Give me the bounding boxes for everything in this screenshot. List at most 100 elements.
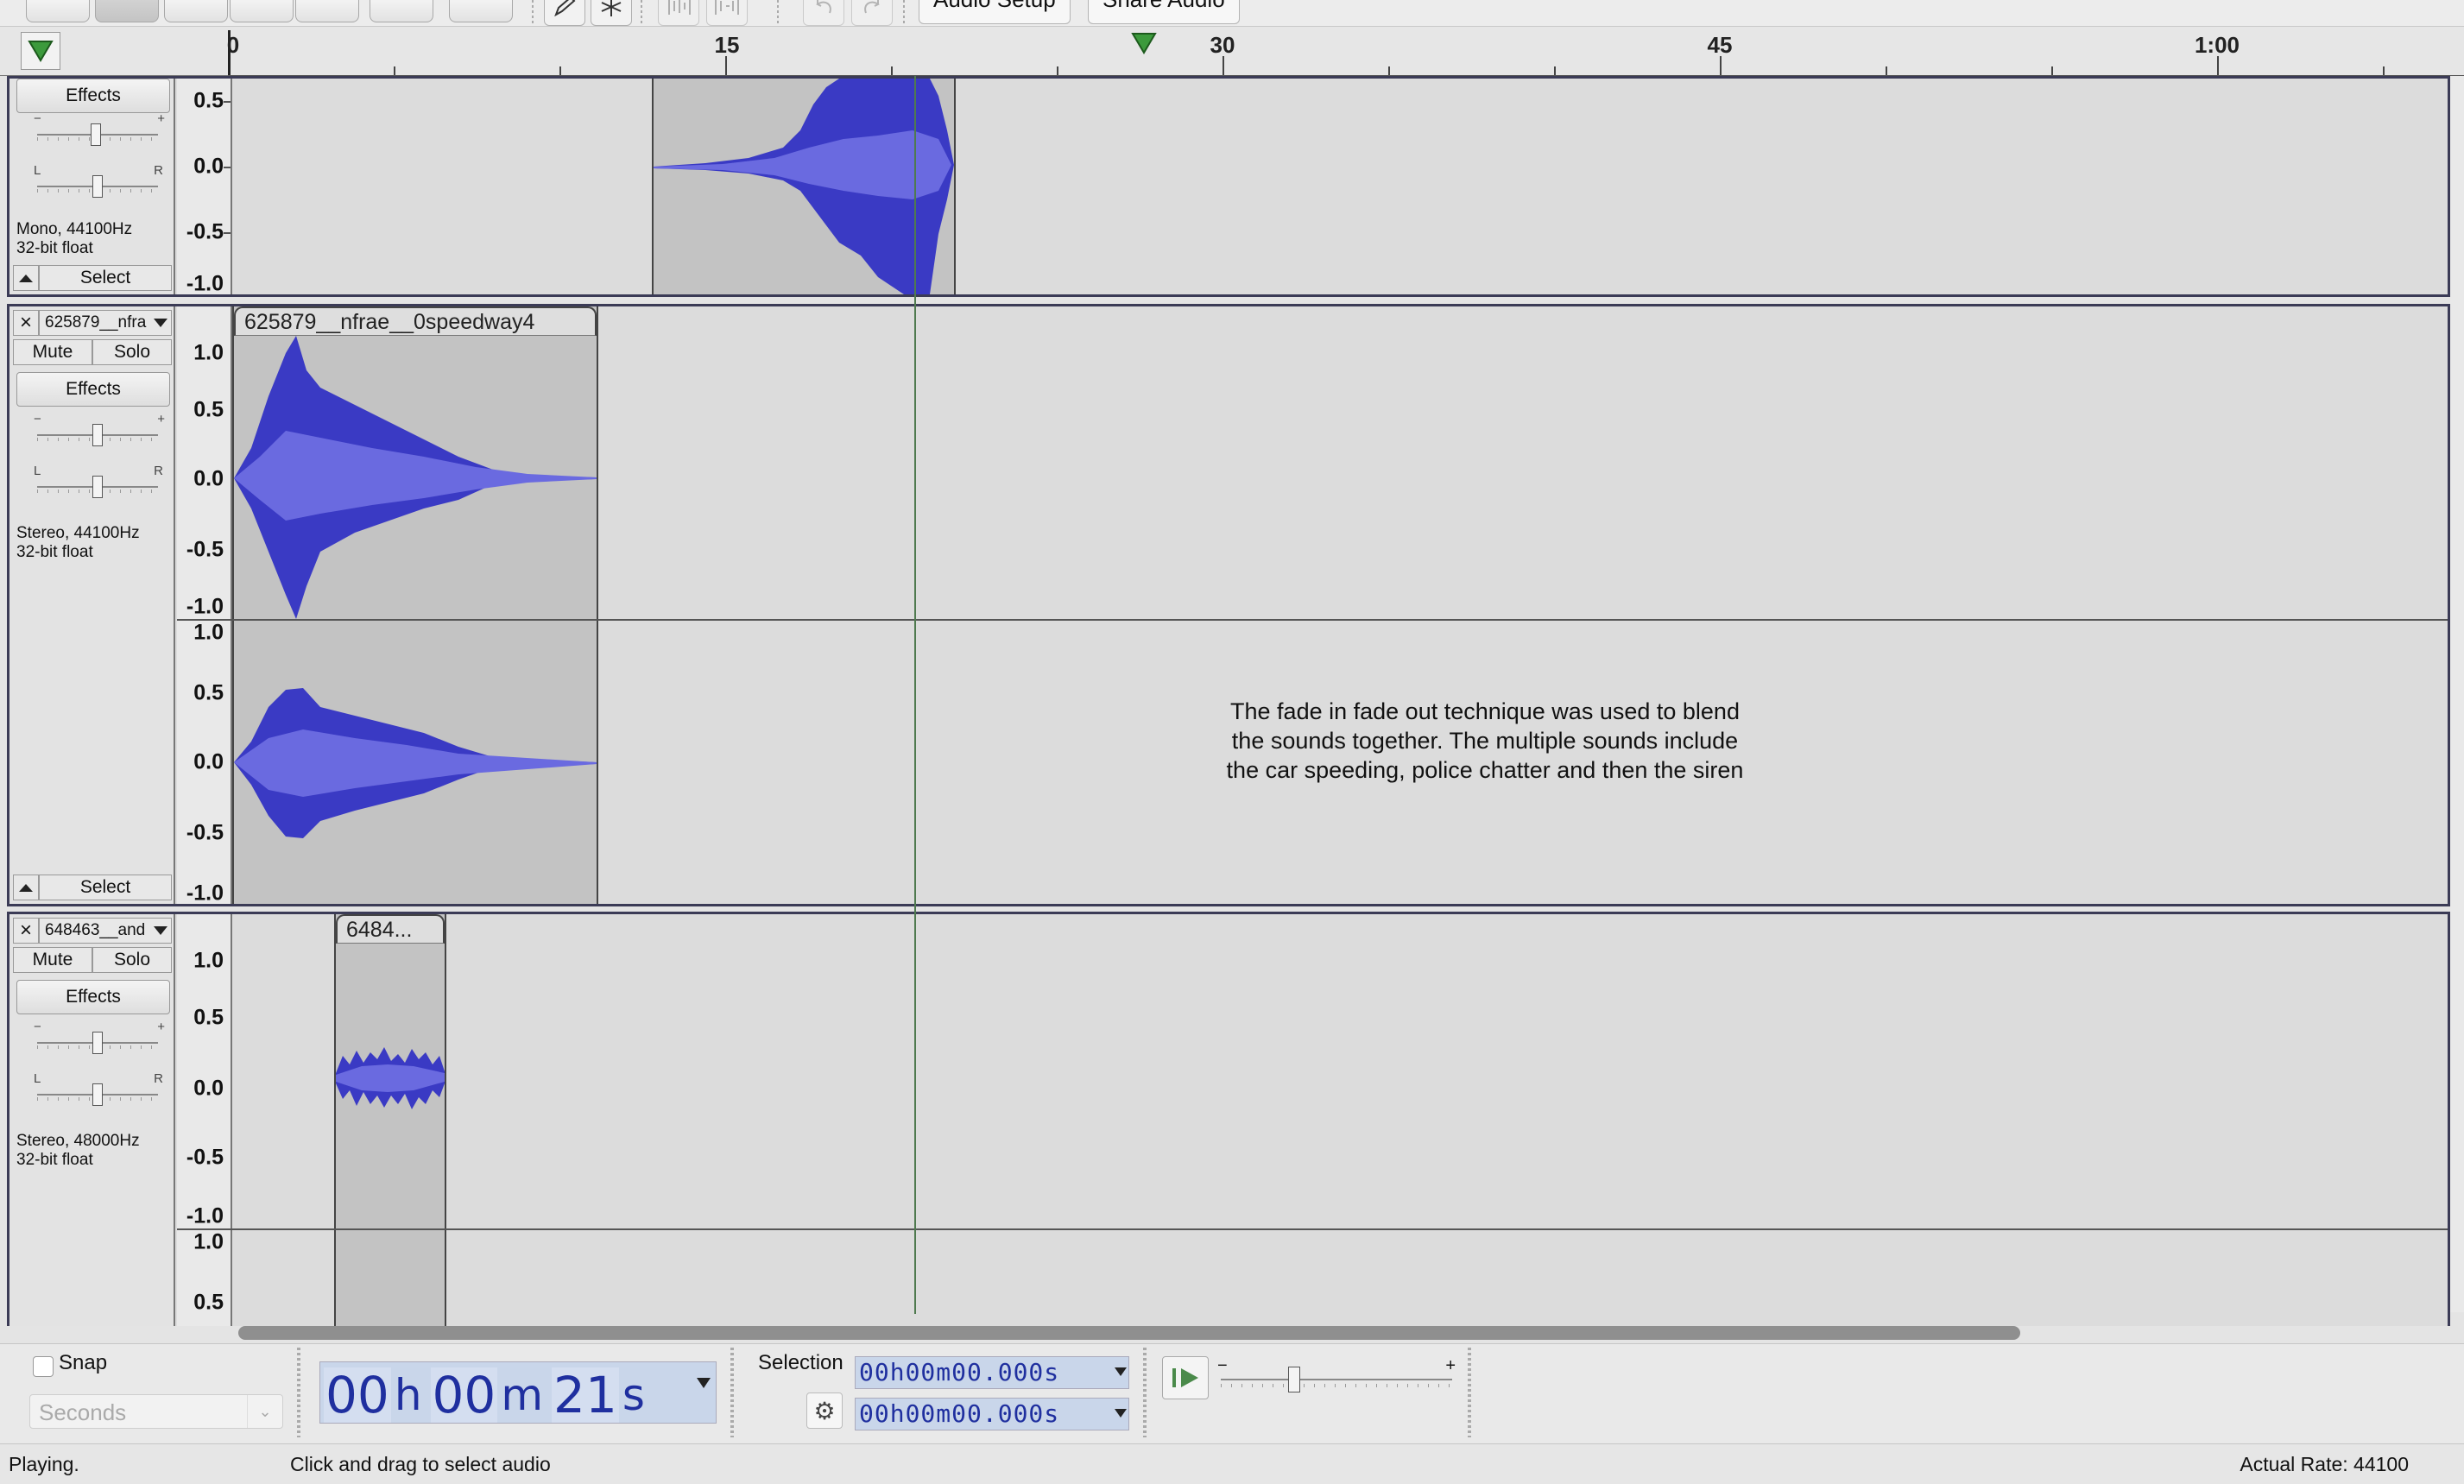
gear-icon[interactable]: ⚙ [806, 1392, 843, 1429]
time-format-dropdown-icon[interactable] [697, 1378, 711, 1388]
vertical-amplitude-scale: 1.0 0.5 0.0 -0.5 -1.0 1.0 0.5 0.0 -0.5 -… [177, 306, 232, 906]
close-track-button[interactable]: × [13, 310, 39, 336]
speed-slider-thumb[interactable] [1288, 1367, 1300, 1392]
scale-label: -1.0 [186, 594, 224, 619]
track-name-menu[interactable]: 625879__nfra [39, 310, 172, 336]
transport-button-skip-end[interactable] [295, 0, 359, 22]
pan-slider-thumb[interactable] [92, 1083, 103, 1106]
redo-button[interactable] [851, 0, 893, 26]
solo-button[interactable]: Solo [92, 339, 172, 365]
playback-status: Playing. [9, 1453, 79, 1475]
selection-start-value: 00h00m00.000s [859, 1358, 1060, 1386]
audio-clip[interactable] [334, 1230, 446, 1326]
transport-button-stop[interactable] [164, 0, 228, 22]
mute-button[interactable]: Mute [13, 947, 92, 973]
collapse-track-button[interactable] [13, 875, 39, 900]
transport-button-pause[interactable] [26, 0, 90, 22]
snap-checkbox[interactable] [33, 1356, 54, 1377]
effects-button[interactable]: Effects [16, 79, 170, 113]
solo-button[interactable]: Solo [92, 947, 172, 973]
ruler-major-tick [725, 56, 727, 75]
audio-setup-button[interactable]: Audio Setup [919, 0, 1071, 24]
play-at-speed-button[interactable] [1162, 1356, 1209, 1399]
timeline-options-button[interactable] [21, 32, 60, 70]
toolbar-grip[interactable] [730, 1348, 734, 1437]
clip-title[interactable]: 6484... [336, 914, 445, 944]
pan-slider-thumb[interactable] [92, 476, 103, 498]
share-audio-button[interactable]: Share Audio [1088, 0, 1240, 24]
draw-tool-button[interactable] [544, 0, 585, 26]
collapse-track-button[interactable] [13, 265, 39, 291]
scale-label: -1.0 [186, 271, 224, 296]
horizontal-scrollbar-thumb[interactable] [238, 1326, 2020, 1340]
track-lane[interactable] [232, 79, 2448, 294]
pan-slider[interactable]: L R [30, 163, 165, 199]
pan-slider[interactable]: L R [30, 1071, 165, 1108]
audio-clip[interactable] [652, 79, 956, 294]
audio-clip[interactable] [232, 621, 598, 904]
track-lane-left-channel[interactable]: 625879__nfrae__0speedway4 [232, 306, 2448, 619]
track-title-row: × 625879__nfra [13, 310, 172, 336]
silence-icon [715, 0, 739, 15]
pan-left-label: L [34, 464, 41, 478]
close-track-button[interactable]: × [13, 918, 39, 944]
asterisk-icon [601, 0, 622, 16]
toolbar-separator [532, 0, 534, 24]
effects-button[interactable]: Effects [16, 372, 170, 407]
pencil-icon [554, 0, 576, 16]
transport-button-loop[interactable] [449, 0, 513, 22]
track-format-rate: Mono, 44100Hz [16, 220, 133, 238]
ruler-minor-tick [1886, 66, 1887, 75]
effects-button[interactable]: Effects [16, 980, 170, 1014]
transport-button-play[interactable] [95, 0, 159, 22]
gain-slider-thumb[interactable] [91, 123, 101, 146]
ruler-label: 0 [226, 32, 240, 58]
trim-audio-button[interactable] [658, 0, 699, 26]
audio-position-display[interactable]: 00 h 00 m 21 s [319, 1361, 717, 1424]
undo-button[interactable] [803, 0, 844, 26]
vertical-scrollbar[interactable] [2450, 76, 2464, 1312]
silence-audio-button[interactable] [706, 0, 748, 26]
toolbar-grip[interactable] [1143, 1348, 1147, 1437]
snap-unit-select[interactable]: Seconds ⌄ [29, 1394, 283, 1429]
clip-title[interactable]: 625879__nfrae__0speedway4 [234, 306, 597, 336]
transport-button-record[interactable] [370, 0, 433, 22]
track-format-depth: 32-bit float [16, 543, 93, 561]
playhead-marker-icon[interactable] [1131, 32, 1157, 54]
ruler-minor-tick [1554, 66, 1556, 75]
select-track-button[interactable]: Select [39, 265, 172, 291]
gain-slider-thumb[interactable] [92, 424, 103, 446]
track-lane-right-channel[interactable] [232, 1230, 2448, 1326]
status-bar: Playing. Click and drag to select audio … [0, 1443, 2464, 1484]
transport-button-skip-start[interactable] [230, 0, 294, 22]
chevron-down-icon [1115, 1367, 1127, 1376]
audio-clip[interactable]: 6484... [334, 914, 446, 1228]
select-track-button[interactable]: Select [39, 875, 172, 900]
mute-solo-row: Mute Solo [13, 947, 172, 973]
mute-button[interactable]: Mute [13, 339, 92, 365]
scale-label: -0.5 [186, 537, 224, 562]
trim-icon [668, 0, 691, 15]
multi-tool-button[interactable] [591, 0, 632, 26]
pan-slider[interactable]: L R [30, 464, 165, 500]
track-name-menu[interactable]: 648463__and [39, 918, 172, 944]
toolbar-grip[interactable] [1468, 1348, 1471, 1437]
gain-slider-thumb[interactable] [92, 1032, 103, 1054]
track-lane-left-channel[interactable]: 6484... [232, 914, 2448, 1228]
waveform [336, 1047, 445, 1109]
gain-slider[interactable]: − + [30, 111, 165, 148]
playback-speed-slider[interactable]: − + [1216, 1356, 1457, 1399]
selection-end-field[interactable]: 00h00m00.000s [855, 1398, 1129, 1430]
toolbar-grip[interactable] [297, 1348, 300, 1437]
audio-clip[interactable]: 625879__nfrae__0speedway4 [232, 306, 598, 619]
gain-slider[interactable]: − + [30, 412, 165, 448]
selection-start-field[interactable]: 00h00m00.000s [855, 1356, 1129, 1389]
gain-slider[interactable]: − + [30, 1020, 165, 1056]
toolbar-separator [777, 0, 779, 24]
scale-label: 0.0 [193, 154, 224, 179]
audio-track-2: × 625879__nfra Mute Solo Effects − + L R… [7, 304, 2450, 906]
timeline-ruler[interactable]: 0 15 30 45 1:00 [226, 27, 2464, 77]
ruler-label: 45 [1707, 32, 1733, 58]
pan-slider-thumb[interactable] [92, 175, 103, 198]
annotation-line: The fade in fade out technique was used … [1230, 698, 1740, 724]
